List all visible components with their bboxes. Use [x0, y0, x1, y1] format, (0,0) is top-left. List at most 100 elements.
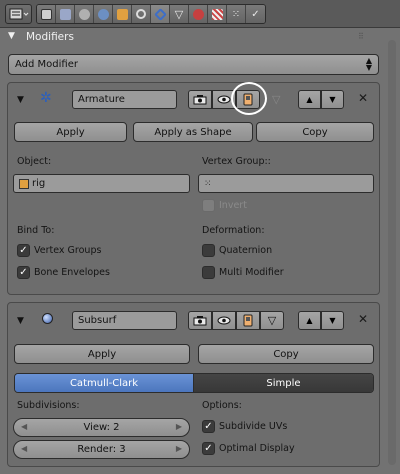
multi-modifier-checkbox[interactable]: [202, 266, 215, 279]
subdivide-uvs-checkbox[interactable]: ✓: [202, 420, 215, 433]
options-label: Options:: [202, 400, 242, 411]
editor-type-button[interactable]: [5, 4, 32, 24]
tab-object[interactable]: [113, 5, 132, 23]
armature-name: Armature: [78, 94, 125, 105]
vertex-group-label: Vertex Group::: [202, 156, 271, 167]
add-modifier-dropdown[interactable]: Add Modifier ▲ ▼: [8, 54, 379, 75]
subdivision-type-toggle: Catmull-Clark Simple: [14, 373, 374, 393]
tab-constraints[interactable]: [132, 5, 151, 23]
move-up-button[interactable]: ▲: [298, 90, 321, 109]
optimal-display-checkbox[interactable]: ✓: [202, 442, 215, 455]
modifiers-icon: [153, 7, 167, 21]
quaternion-label: Quaternion: [219, 245, 273, 256]
catmull-clark-label: Catmull-Clark: [69, 377, 139, 389]
tab-data[interactable]: ▽: [170, 5, 189, 23]
world-icon: [97, 8, 109, 20]
copy-button[interactable]: Copy: [256, 122, 374, 142]
triangle-up-icon: ▲: [306, 316, 313, 325]
collapse-arrow-icon[interactable]: ▼: [17, 316, 24, 326]
viewport-toggle-button[interactable]: [212, 311, 236, 330]
section-title: Modifiers: [26, 31, 74, 43]
apply-button[interactable]: Apply: [14, 122, 127, 142]
render-toggle-button[interactable]: [188, 90, 212, 109]
object-value: rig: [32, 178, 46, 189]
close-icon[interactable]: ✕: [358, 91, 368, 105]
apply-label: Apply: [87, 348, 117, 360]
oncage-toggle-button[interactable]: ▽: [260, 311, 284, 330]
armature-icon: ✲: [40, 90, 52, 106]
move-down-button[interactable]: ▼: [321, 90, 344, 109]
scene-icon: [78, 8, 90, 20]
subsurf-name-field[interactable]: Subsurf: [72, 311, 177, 330]
view-levels-slider[interactable]: ◀ View: 2 ▶: [13, 418, 190, 437]
tab-texture[interactable]: [208, 5, 227, 23]
properties-header: ▽ ⁙ ✓: [0, 0, 400, 28]
increment-arrow-icon[interactable]: ▶: [176, 444, 182, 453]
apply-label: Apply: [56, 126, 85, 138]
tab-world[interactable]: [94, 5, 113, 23]
constraints-icon: [136, 9, 146, 19]
render-icon: [40, 8, 52, 20]
collapse-arrow-icon[interactable]: ▼: [17, 95, 24, 105]
scrollbar[interactable]: [388, 40, 396, 465]
object-label: Object:: [17, 156, 52, 167]
subdivide-uvs-label: Subdivide UVs: [219, 421, 288, 432]
texture-icon: [211, 8, 223, 20]
checkmark-icon: ✓: [204, 420, 213, 432]
tab-render[interactable]: [37, 5, 56, 23]
move-up-button[interactable]: ▲: [298, 311, 321, 330]
object-field[interactable]: rig: [13, 174, 190, 193]
apply-as-shape-button[interactable]: Apply as Shape: [133, 122, 253, 142]
tab-material[interactable]: [189, 5, 208, 23]
eye-icon: [217, 95, 231, 104]
decrement-arrow-icon[interactable]: ◀: [21, 422, 27, 431]
add-modifier-label: Add Modifier: [15, 59, 78, 70]
highlight-circle: [231, 82, 267, 115]
apply-button[interactable]: Apply: [14, 344, 190, 364]
increment-arrow-icon[interactable]: ▶: [176, 422, 182, 431]
tab-physics[interactable]: ✓: [246, 5, 265, 23]
copy-label: Copy: [302, 126, 328, 138]
apply-as-shape-label: Apply as Shape: [154, 126, 232, 138]
object-icon: [19, 178, 29, 189]
checkmark-icon: ✓: [19, 266, 28, 278]
material-icon: [192, 8, 204, 20]
checkmark-icon: ✓: [204, 442, 213, 454]
subsurf-name: Subsurf: [78, 315, 117, 326]
tab-render-layers[interactable]: [56, 5, 75, 23]
camera-icon: [193, 95, 207, 105]
bone-envelopes-checkbox[interactable]: ✓: [17, 266, 30, 279]
quaternion-checkbox[interactable]: [202, 244, 215, 257]
deformation-label: Deformation:: [202, 225, 265, 236]
tab-particles[interactable]: ⁙: [227, 5, 246, 23]
vertex-group-field[interactable]: ⁙: [198, 174, 374, 193]
simple-label: Simple: [266, 377, 301, 389]
editmode-toggle-button[interactable]: [236, 311, 260, 330]
triangle-down-icon: ▼: [329, 95, 336, 104]
data-icon: ▽: [174, 7, 184, 21]
render-toggle-button[interactable]: [188, 311, 212, 330]
tab-scene[interactable]: [75, 5, 94, 23]
decrement-arrow-icon[interactable]: ◀: [21, 444, 27, 453]
vertex-groups-checkbox[interactable]: ✓: [17, 244, 30, 257]
catmull-clark-option[interactable]: Catmull-Clark: [15, 374, 194, 392]
checkmark-icon: ✓: [19, 244, 28, 256]
move-down-button[interactable]: ▼: [321, 311, 344, 330]
bind-to-label: Bind To:: [17, 225, 55, 236]
optimal-display-label: Optimal Display: [219, 443, 295, 454]
close-icon[interactable]: ✕: [358, 312, 368, 326]
simple-option[interactable]: Simple: [194, 374, 373, 392]
render-layers-icon: [59, 8, 71, 20]
editmode-icon: [243, 314, 253, 327]
tab-modifiers[interactable]: [151, 5, 170, 23]
copy-button[interactable]: Copy: [198, 344, 374, 364]
modifiers-section-header[interactable]: ▼ Modifiers ⠿: [4, 28, 376, 48]
vertex-group-icon: ⁙: [204, 178, 212, 189]
properties-editor-icon: [9, 8, 29, 20]
armature-name-field[interactable]: Armature: [72, 90, 177, 109]
drag-handle-icon[interactable]: ⠿: [358, 32, 365, 41]
oncage-icon: ▽: [267, 314, 277, 327]
render-levels-slider[interactable]: ◀ Render: 3 ▶: [13, 440, 190, 459]
object-icon: [116, 8, 128, 20]
invert-checkbox[interactable]: [202, 199, 215, 212]
